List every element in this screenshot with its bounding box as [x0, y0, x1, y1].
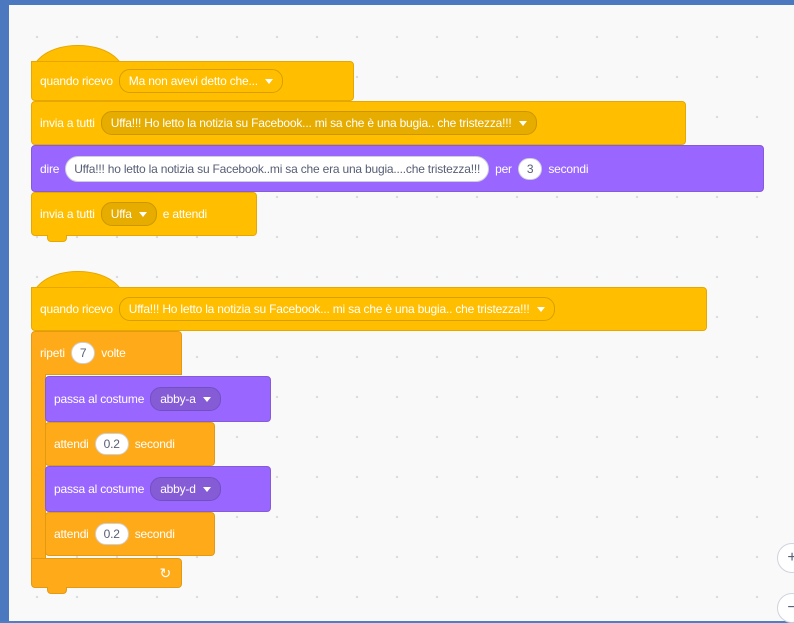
block-label: ripeti: [40, 346, 65, 360]
costume-dropdown[interactable]: abby-a: [150, 387, 221, 411]
block-notch: [47, 235, 67, 242]
block-label: secondi: [548, 161, 589, 176]
message-dropdown[interactable]: Uffa!!! Ho letto la notizia su Facebook.…: [118, 297, 555, 321]
when-i-receive-block[interactable]: quando ricevo Uffa!!! Ho letto la notizi…: [31, 287, 707, 331]
broadcast-block[interactable]: invia a tutti Uffa!!! Ho letto la notizi…: [31, 101, 686, 145]
wait-block[interactable]: attendi 0.2 secondi: [45, 512, 215, 556]
chevron-down-icon: [518, 120, 527, 126]
window-left-border: [0, 0, 9, 621]
repeat-count-input[interactable]: 7: [70, 342, 96, 364]
block-label: e attendi: [162, 207, 208, 221]
chevron-down-icon: [536, 306, 545, 312]
zoom-out-icon: −: [787, 599, 794, 616]
message-dropdown[interactable]: Uffa!!! Ho letto la notizia su Facebook.…: [100, 111, 537, 135]
wait-block[interactable]: attendi 0.2 secondi: [45, 422, 215, 466]
zoom-in-button[interactable]: +: [777, 543, 794, 573]
dropdown-value: Uffa: [110, 207, 132, 221]
block-label: per: [495, 161, 512, 176]
script-canvas[interactable]: quando ricevo Ma non avevi detto che... …: [9, 5, 794, 623]
block-label: dire: [40, 161, 60, 176]
block-label: quando ricevo: [40, 74, 113, 88]
block-label: secondi: [134, 437, 175, 451]
wait-seconds-input[interactable]: 0.2: [94, 433, 129, 455]
block-label: attendi: [54, 527, 89, 541]
zoom-out-button[interactable]: −: [777, 593, 794, 623]
block-label: secondi: [134, 527, 175, 541]
block-notch: [47, 587, 67, 594]
dropdown-value: abby-d: [160, 482, 196, 496]
seconds-input[interactable]: 3: [517, 157, 543, 180]
repeat-block[interactable]: ripeti 7 volte: [31, 331, 182, 375]
repeat-arrow-icon: ↻: [159, 564, 171, 581]
repeat-block-footer: ↻: [31, 558, 182, 588]
wait-seconds-input[interactable]: 0.2: [94, 523, 129, 545]
message-dropdown[interactable]: Ma non avevi detto che...: [118, 69, 283, 93]
dropdown-value: Ma non avevi detto che...: [128, 74, 258, 88]
dropdown-value: Uffa!!! Ho letto la notizia su Facebook.…: [128, 302, 530, 316]
broadcast-and-wait-block[interactable]: invia a tutti Uffa e attendi: [31, 192, 257, 236]
dropdown-value: abby-a: [160, 392, 196, 406]
chevron-down-icon: [202, 486, 211, 492]
block-label: quando ricevo: [40, 302, 113, 316]
switch-costume-block[interactable]: passa al costume abby-d: [45, 466, 271, 512]
block-label: passa al costume: [54, 482, 145, 496]
say-text-input[interactable]: Uffa!!! ho letto la notizia su Facebook.…: [65, 155, 490, 182]
block-label: passa al costume: [54, 392, 145, 406]
say-for-secs-block[interactable]: dire Uffa!!! ho letto la notizia su Face…: [31, 145, 764, 192]
chevron-down-icon: [202, 396, 211, 402]
chevron-down-icon: [264, 78, 273, 84]
when-i-receive-block[interactable]: quando ricevo Ma non avevi detto che...: [31, 61, 354, 101]
block-label: invia a tutti: [40, 116, 95, 130]
block-label: invia a tutti: [40, 207, 95, 221]
dropdown-value: Uffa!!! Ho letto la notizia su Facebook.…: [110, 116, 512, 130]
chevron-down-icon: [138, 211, 147, 217]
switch-costume-block[interactable]: passa al costume abby-a: [45, 376, 271, 422]
repeat-block-arm: [31, 374, 46, 561]
block-label: volte: [101, 346, 126, 360]
zoom-in-icon: +: [787, 549, 794, 566]
message-dropdown[interactable]: Uffa: [100, 202, 157, 226]
block-label: attendi: [54, 437, 89, 451]
costume-dropdown[interactable]: abby-d: [150, 477, 221, 501]
